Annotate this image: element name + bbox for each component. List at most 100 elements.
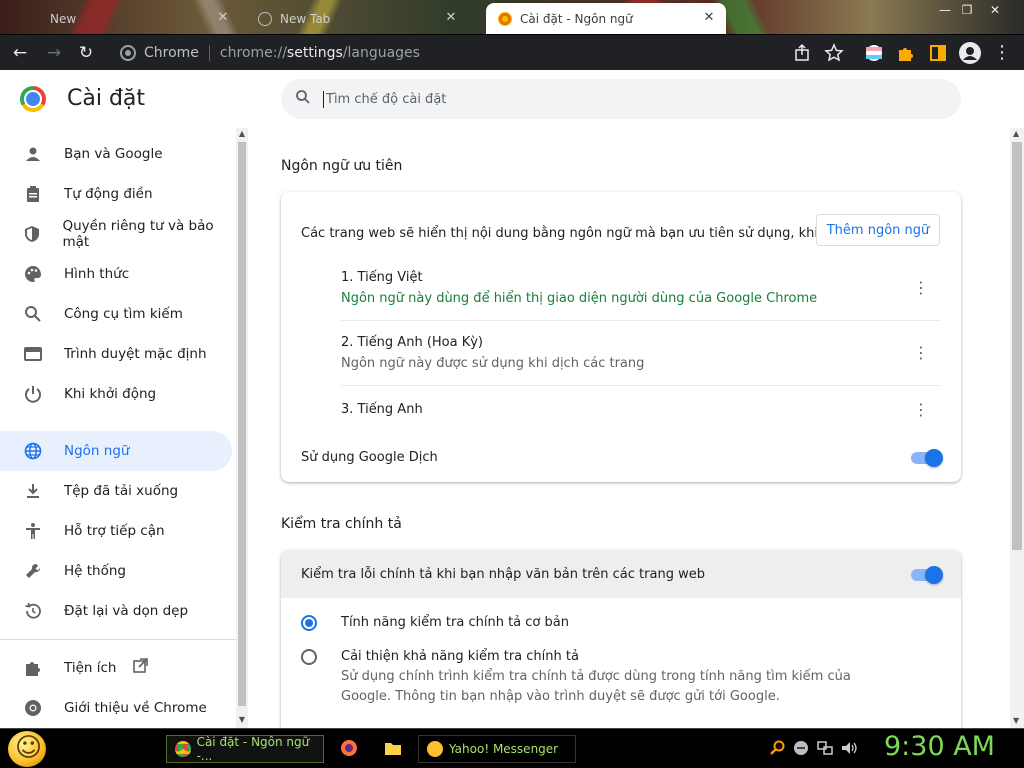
more-options-icon[interactable]: ⋮ bbox=[911, 278, 931, 298]
languages-description: Các trang web sẽ hiển thị nội dung bằng … bbox=[301, 226, 863, 241]
minimize-icon[interactable]: — bbox=[934, 2, 956, 18]
language-name: 2. Tiếng Anh (Hoa Kỳ) bbox=[341, 335, 484, 350]
preferred-languages-heading: Ngôn ngữ ưu tiên bbox=[281, 158, 403, 174]
sidebar-item-label: Hình thức bbox=[64, 266, 130, 282]
sidebar-item-label: Hỗ trợ tiếp cận bbox=[64, 523, 165, 539]
close-icon[interactable]: ✕ bbox=[216, 11, 230, 25]
share-icon[interactable] bbox=[790, 41, 814, 65]
accessibility-icon bbox=[22, 520, 44, 542]
puzzle-icon bbox=[22, 657, 44, 679]
sidebar-item-about-chrome[interactable]: Giới thiệu về Chrome bbox=[0, 688, 232, 728]
taskbar-yahoo-messenger[interactable]: Yahoo! Messenger bbox=[418, 735, 576, 763]
network-icon[interactable] bbox=[816, 739, 834, 757]
language-note: Ngôn ngữ này dùng để hiển thị giao diện … bbox=[341, 291, 818, 306]
sidebar-item-label: Tiện ích bbox=[64, 660, 117, 676]
sidebar-item-appearance[interactable]: Hình thức bbox=[0, 254, 232, 294]
star-icon[interactable] bbox=[822, 41, 846, 65]
languages-card: Các trang web sẽ hiển thị nội dung bằng … bbox=[281, 192, 961, 482]
enhanced-spellcheck-radio[interactable] bbox=[301, 649, 317, 665]
account-avatar-icon[interactable] bbox=[958, 41, 982, 65]
divider bbox=[341, 320, 941, 321]
sidebar-item-label: Hệ thống bbox=[64, 563, 126, 579]
search-input[interactable] bbox=[323, 90, 883, 108]
browser-toolbar: ← → ↻ Chrome chrome://settings/languages… bbox=[0, 34, 1024, 70]
reload-icon[interactable]: ↻ bbox=[74, 41, 98, 65]
sidebar-item-languages[interactable]: Ngôn ngữ bbox=[0, 431, 232, 471]
sidebar-item-reset[interactable]: Đặt lại và dọn dẹp bbox=[0, 591, 232, 631]
extensions-puzzle-icon[interactable] bbox=[894, 41, 918, 65]
tab-settings-active[interactable]: Cài đặt - Ngôn ngữ ✕ bbox=[486, 3, 726, 34]
smiley-icon bbox=[427, 741, 443, 757]
sidebar-item-search-engine[interactable]: Công cụ tìm kiếm bbox=[0, 294, 232, 334]
task-label: Cài đặt - Ngôn ngữ -... bbox=[196, 735, 310, 763]
scroll-up-icon[interactable]: ▲ bbox=[1013, 129, 1019, 138]
google-translate-toggle[interactable] bbox=[909, 449, 943, 467]
sidebar-item-extensions[interactable]: Tiện ích bbox=[0, 648, 232, 688]
language-note: Ngôn ngữ này được sử dụng khi dịch các t… bbox=[341, 356, 645, 371]
search-tray-icon[interactable] bbox=[768, 739, 786, 757]
close-icon[interactable]: ✕ bbox=[444, 11, 458, 25]
sidebar-item-autofill[interactable]: Tự động điền bbox=[0, 174, 232, 214]
basic-spellcheck-radio[interactable] bbox=[301, 615, 317, 631]
chrome-site-icon bbox=[120, 45, 136, 61]
folder-icon[interactable] bbox=[384, 739, 402, 757]
sidebar-item-default-browser[interactable]: Trình duyệt mặc định bbox=[0, 334, 232, 374]
restore-window-icon[interactable]: ❐ bbox=[956, 2, 978, 18]
firefox-icon[interactable] bbox=[340, 739, 358, 757]
chrome-tab-icon bbox=[258, 11, 272, 26]
external-link-icon bbox=[132, 658, 149, 678]
url-host: settings bbox=[286, 45, 343, 61]
taskbar: Cài đặt - Ngôn ngữ -... Yahoo! Messenger… bbox=[0, 728, 1024, 768]
language-name: 3. Tiếng Anh bbox=[341, 402, 423, 417]
basic-spellcheck-label: Tính năng kiểm tra chính tả cơ bản bbox=[341, 615, 569, 630]
sidebar-item-downloads[interactable]: Tệp đã tải xuống bbox=[0, 471, 232, 511]
url-path: /languages bbox=[342, 45, 420, 61]
scroll-up-icon[interactable]: ▲ bbox=[237, 129, 247, 139]
volume-icon[interactable] bbox=[840, 739, 858, 757]
scroll-down-icon[interactable]: ▼ bbox=[1013, 716, 1019, 725]
scroll-down-icon[interactable]: ▼ bbox=[237, 715, 247, 725]
globe-icon bbox=[22, 440, 44, 462]
settings-search-box[interactable] bbox=[281, 79, 961, 119]
divider bbox=[341, 385, 941, 386]
sidebar-item-you-and-google[interactable]: Bạn và Google bbox=[0, 134, 232, 174]
tab-label: New bbox=[50, 11, 77, 26]
add-language-button[interactable]: Thêm ngôn ngữ bbox=[816, 214, 940, 246]
sidebar-item-on-startup[interactable]: Khi khởi động bbox=[0, 374, 232, 414]
power-icon bbox=[22, 383, 44, 405]
person-icon bbox=[22, 143, 44, 165]
taskbar-chrome-window[interactable]: Cài đặt - Ngôn ngữ -... bbox=[166, 735, 324, 763]
gear-icon bbox=[498, 11, 512, 26]
start-button[interactable] bbox=[8, 731, 46, 767]
tab-strip: New ✕ New Tab ✕ Cài đặt - Ngôn ngữ ✕ — ❐… bbox=[0, 0, 1024, 34]
spellcheck-toggle-label: Kiểm tra lỗi chính tả khi bạn nhập văn b… bbox=[301, 567, 705, 582]
address-bar[interactable]: Chrome chrome://settings/languages bbox=[108, 39, 850, 67]
taskbar-clock[interactable]: 9:30 AM bbox=[884, 731, 995, 762]
more-options-icon[interactable]: ⋮ bbox=[911, 400, 931, 420]
side-panel-icon[interactable] bbox=[926, 41, 950, 65]
more-options-icon[interactable]: ⋮ bbox=[911, 343, 931, 363]
sidebar-item-privacy-security[interactable]: Quyền riêng tư và bảo mật bbox=[0, 214, 232, 254]
sidebar-scroll-thumb[interactable] bbox=[238, 142, 246, 706]
back-arrow-icon[interactable]: ← bbox=[8, 41, 32, 65]
status-tray-icon[interactable] bbox=[792, 739, 810, 757]
sidebar-item-system[interactable]: Hệ thống bbox=[0, 551, 232, 591]
spellcheck-heading: Kiểm tra chính tả bbox=[281, 516, 402, 532]
tab-new-2[interactable]: New Tab ✕ bbox=[258, 3, 468, 34]
close-window-icon[interactable]: ✕ bbox=[984, 2, 1006, 18]
language-name: 1. Tiếng Việt bbox=[341, 270, 423, 285]
download-icon bbox=[22, 480, 44, 502]
menu-kebab-icon[interactable]: ⋮ bbox=[990, 41, 1014, 65]
main-scroll-thumb[interactable] bbox=[1012, 142, 1022, 550]
profile-flag-icon[interactable] bbox=[862, 41, 886, 65]
sidebar-item-label: Quyền riêng tư và bảo mật bbox=[62, 218, 214, 250]
sidebar-item-accessibility[interactable]: Hỗ trợ tiếp cận bbox=[0, 511, 232, 551]
palette-icon bbox=[22, 263, 44, 285]
forward-arrow-icon[interactable]: → bbox=[42, 41, 66, 65]
enhanced-spellcheck-description-line1: Sử dụng chính trình kiểm tra chính tả đư… bbox=[341, 669, 851, 684]
close-icon[interactable]: ✕ bbox=[702, 11, 716, 25]
tab-new-1[interactable]: New ✕ bbox=[50, 3, 240, 34]
chrome-icon bbox=[22, 697, 44, 719]
spellcheck-toggle[interactable] bbox=[909, 566, 943, 584]
sidebar-item-label: Khi khởi động bbox=[64, 386, 157, 402]
